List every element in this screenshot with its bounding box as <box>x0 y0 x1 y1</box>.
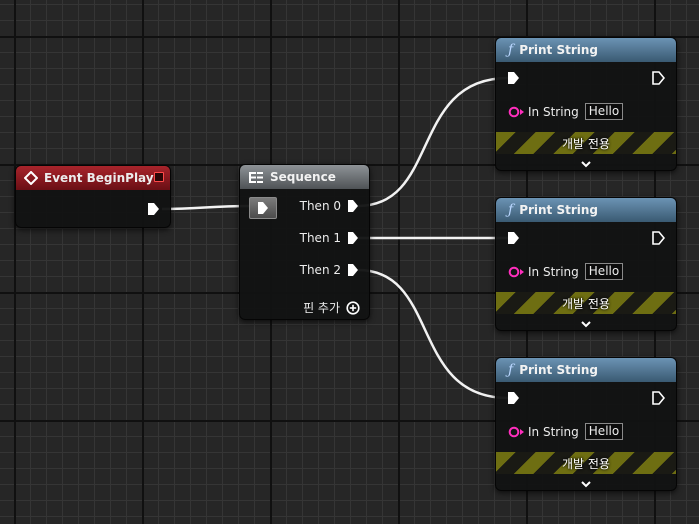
string-pin-icon[interactable] <box>508 426 526 438</box>
expand-button[interactable] <box>496 320 676 329</box>
then-2-pin[interactable]: Then 2 <box>300 263 359 277</box>
exec-pin-icon[interactable] <box>652 71 665 85</box>
exec-out-pin[interactable] <box>652 71 665 85</box>
then-1-pin[interactable]: Then 1 <box>300 231 359 245</box>
node-title: Print String <box>519 43 599 57</box>
print-string-node-1[interactable]: ƒ Print String In String Hello 개발 전용 <box>495 37 677 171</box>
string-pin-icon[interactable] <box>508 266 526 278</box>
expand-button[interactable] <box>496 480 676 489</box>
in-string-pin[interactable]: In String Hello <box>508 103 624 120</box>
development-only-banner: 개발 전용 <box>496 292 676 314</box>
function-icon: ƒ <box>508 202 514 218</box>
node-header[interactable]: ƒ Print String <box>496 38 676 62</box>
node-header[interactable]: ƒ Print String <box>496 198 676 222</box>
wire-begin-to-sequence <box>161 204 251 211</box>
node-header[interactable]: Event BeginPlay <box>16 166 170 190</box>
in-string-pin[interactable]: In String Hello <box>508 263 624 280</box>
wire-then0-to-print1 <box>357 76 509 208</box>
wire-then2-to-print3 <box>357 268 509 400</box>
development-only-label: 개발 전용 <box>562 136 610 151</box>
string-pin-icon[interactable] <box>508 106 526 118</box>
exec-pin-icon[interactable] <box>652 391 665 405</box>
pin-label: Then 0 <box>299 199 341 213</box>
add-pin-button[interactable]: 핀 추가 <box>303 299 360 316</box>
exec-pin-icon[interactable] <box>652 231 665 245</box>
in-string-value[interactable]: Hello <box>584 103 624 120</box>
development-only-banner: 개발 전용 <box>496 132 676 154</box>
then-0-pin[interactable]: Then 0 <box>300 199 359 213</box>
exec-in-pin[interactable] <box>507 231 520 245</box>
sequence-node[interactable]: Sequence Then 0 Then 1 Then 2 핀 추가 <box>239 164 370 320</box>
event-beginplay-node[interactable]: Event BeginPlay <box>15 165 171 228</box>
pin-label: In String <box>528 264 579 279</box>
print-string-node-3[interactable]: ƒ Print String In String Hello 개발 전용 <box>495 357 677 491</box>
in-string-value[interactable]: Hello <box>584 263 624 280</box>
print-string-node-2[interactable]: ƒ Print String In String Hello 개발 전용 <box>495 197 677 331</box>
exec-in-pin[interactable] <box>507 391 520 405</box>
in-string-value[interactable]: Hello <box>584 423 624 440</box>
exec-out-pin[interactable] <box>147 202 160 216</box>
pin-label: Then 1 <box>299 231 341 245</box>
node-title: Print String <box>519 363 599 377</box>
exec-in-pin[interactable] <box>249 197 277 219</box>
sequence-icon <box>248 171 264 184</box>
exec-in-pin[interactable] <box>507 71 520 85</box>
development-only-label: 개발 전용 <box>562 456 610 471</box>
node-title: Print String <box>519 203 599 217</box>
event-diamond-icon <box>24 171 38 185</box>
exec-pin-icon[interactable] <box>507 391 520 405</box>
exec-pin-icon[interactable] <box>347 199 359 213</box>
delete-square-icon[interactable] <box>154 172 164 182</box>
node-title: Event BeginPlay <box>44 171 154 185</box>
exec-pin-icon[interactable] <box>257 201 269 215</box>
function-icon: ƒ <box>508 42 514 58</box>
development-only-label: 개발 전용 <box>562 296 610 311</box>
pin-label: In String <box>528 104 579 119</box>
exec-pin-icon[interactable] <box>147 202 160 216</box>
pin-label: In String <box>528 424 579 439</box>
development-only-banner: 개발 전용 <box>496 452 676 474</box>
chevron-down-icon[interactable] <box>580 320 592 329</box>
node-header[interactable]: Sequence <box>240 165 369 189</box>
node-title: Sequence <box>270 170 336 184</box>
chevron-down-icon[interactable] <box>580 160 592 169</box>
in-string-pin[interactable]: In String Hello <box>508 423 624 440</box>
exec-out-pin[interactable] <box>652 231 665 245</box>
add-circle-icon[interactable] <box>346 300 360 315</box>
exec-pin-icon[interactable] <box>507 231 520 245</box>
exec-pin-icon[interactable] <box>347 263 359 277</box>
function-icon: ƒ <box>508 362 514 378</box>
chevron-down-icon[interactable] <box>580 480 592 489</box>
node-header[interactable]: ƒ Print String <box>496 358 676 382</box>
add-pin-label: 핀 추가 <box>303 301 340 315</box>
exec-pin-icon[interactable] <box>347 231 359 245</box>
exec-pin-icon[interactable] <box>507 71 520 85</box>
expand-button[interactable] <box>496 160 676 169</box>
exec-out-pin[interactable] <box>652 391 665 405</box>
pin-label: Then 2 <box>299 263 341 277</box>
